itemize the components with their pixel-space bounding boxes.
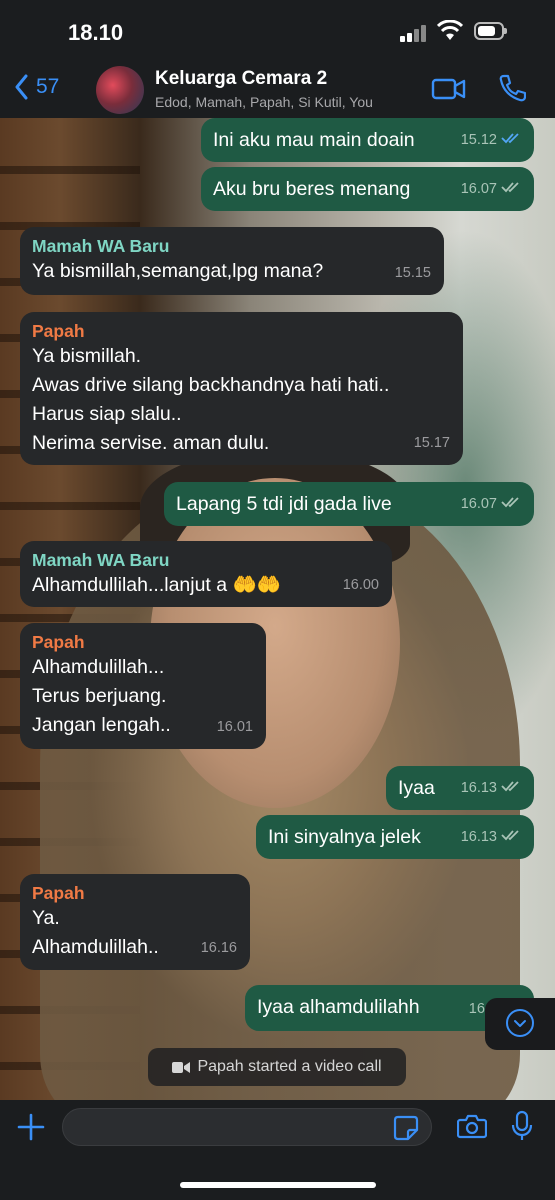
message-text: Nerima servise. aman dulu.: [32, 432, 270, 454]
message-time: 15.17: [414, 429, 450, 458]
message-sender[interactable]: Mamah WA Baru: [32, 235, 432, 257]
message-time: 16.01: [217, 713, 253, 742]
message-sender[interactable]: Papah: [32, 320, 451, 342]
message-timestamp: 15.15: [394, 265, 431, 281]
message-time: 15.12: [461, 126, 521, 155]
message-timestamp: 16.16: [200, 940, 237, 956]
chevron-down-icon: [506, 1009, 534, 1037]
wifi-icon: [437, 20, 463, 40]
chat-title[interactable]: Keluarga Cemara 2: [155, 68, 327, 90]
camera-button[interactable]: [457, 1113, 487, 1139]
message-timestamp: 16.01: [216, 719, 253, 735]
message-time: 16.13: [461, 823, 521, 852]
message-text: Ya bismillah,semangat,lpg mana?: [32, 260, 324, 282]
cellular-signal-icon: [400, 24, 428, 42]
message-time: 16.07: [461, 175, 521, 204]
phone-call-button[interactable]: [498, 73, 526, 103]
chat-members: Edod, Mamah, Papah, Si Kutil, You: [155, 94, 373, 110]
chevron-left-icon: [15, 74, 28, 100]
delivered-receipt-icon: [501, 774, 521, 803]
status-time: 18.10: [68, 20, 124, 45]
read-receipt-icon: [501, 126, 521, 155]
outgoing-message[interactable]: Ini sinyalnya jelek 16.13: [256, 815, 534, 859]
message-text: Awas drive silang backhandnya hati hati.…: [32, 374, 390, 396]
message-time: 16.13: [461, 774, 521, 803]
message-time: 16.00: [343, 571, 379, 600]
group-avatar[interactable]: [96, 66, 144, 114]
message-sender[interactable]: Mamah WA Baru: [32, 549, 380, 571]
message-time: 15.15: [395, 259, 431, 288]
video-camera-icon: [172, 1061, 191, 1073]
message-timestamp: 15.17: [413, 435, 450, 451]
sticker-button[interactable]: [393, 1115, 419, 1141]
message-text: Alhamdulillah...: [32, 656, 165, 678]
battery-level: [478, 26, 495, 36]
message-text: Harus siap slalu..: [32, 403, 182, 425]
unread-count: 57: [36, 75, 60, 98]
incoming-message[interactable]: Mamah WA Baru Alhamdullilah...lanjut a 🤲🤲…: [20, 541, 392, 607]
message-text: Ya.: [32, 907, 60, 929]
incoming-message[interactable]: Papah Ya. Alhamdulillah.. 16.16: [20, 874, 250, 970]
incoming-message[interactable]: Mamah WA Baru Ya bismillah,semangat,lpg m…: [20, 227, 444, 295]
message-time: 16.16: [201, 934, 237, 963]
back-button[interactable]: 57: [14, 74, 59, 100]
outgoing-message[interactable]: Iyaa 16.13: [386, 766, 534, 810]
message-timestamp: 16.13: [460, 829, 497, 845]
message-input-container[interactable]: [62, 1108, 432, 1146]
delivered-receipt-icon: [501, 823, 521, 852]
message-timestamp: 16.00: [342, 577, 379, 593]
message-timestamp: 16.13: [460, 780, 497, 796]
message-text: Alhamdullilah...lanjut a 🤲🤲: [32, 574, 282, 596]
attach-plus-button[interactable]: [16, 1112, 46, 1142]
top-bar: 18.10 57 Keluarga Cemara 2 Edod, Mamah, …: [0, 0, 555, 118]
message-timestamp: 16.07: [460, 181, 497, 197]
incoming-message[interactable]: Papah Alhamdulillah... Terus berjuang. Jang…: [20, 623, 266, 749]
message-sender[interactable]: Papah: [32, 882, 238, 904]
outgoing-message[interactable]: Ini aku mau main doain 15.12: [201, 118, 534, 162]
message-sender[interactable]: Papah: [32, 631, 254, 653]
battery-icon: [474, 22, 507, 40]
outgoing-message[interactable]: Aku bru beres menang 16.07: [201, 167, 534, 211]
video-call-button[interactable]: [431, 76, 467, 102]
message-time: 16.07: [461, 490, 521, 519]
scroll-to-bottom-button[interactable]: [485, 998, 555, 1050]
home-indicator: [180, 1182, 376, 1188]
message-input[interactable]: [77, 1115, 381, 1141]
delivered-receipt-icon: [501, 490, 521, 519]
message-timestamp: 15.12: [460, 132, 497, 148]
system-message: Papah started a video call: [148, 1048, 406, 1086]
outgoing-message[interactable]: Lapang 5 tdi jdi gada live 16.07: [164, 482, 534, 526]
incoming-message[interactable]: Papah Ya bismillah. Awas drive silang back…: [20, 312, 463, 465]
message-text: Terus berjuang.: [32, 685, 167, 707]
message-text: Ya bismillah.: [32, 345, 142, 367]
message-timestamp: 16.07: [460, 496, 497, 512]
microphone-button[interactable]: [511, 1110, 533, 1142]
system-message-text: Papah started a video call: [197, 1058, 382, 1075]
delivered-receipt-icon: [501, 175, 521, 204]
